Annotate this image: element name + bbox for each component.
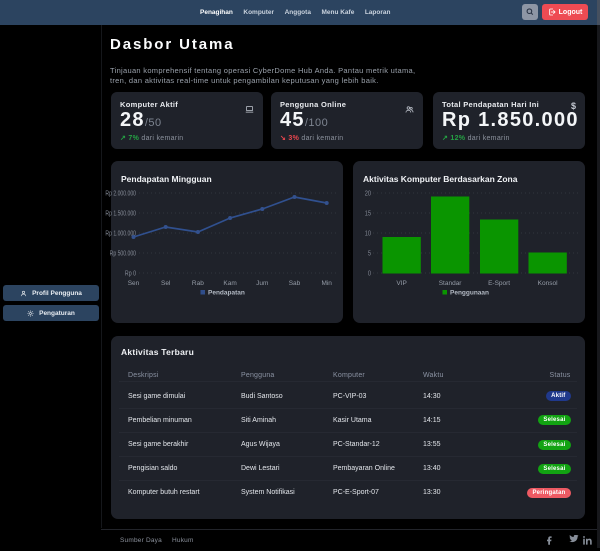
svg-text:Rp 1.500.000: Rp 1.500.000	[105, 210, 136, 218]
svg-text:0: 0	[368, 270, 372, 278]
svg-text:5: 5	[368, 250, 372, 258]
svg-text:Standar: Standar	[439, 280, 463, 287]
svg-text:Rp 500.000: Rp 500.000	[110, 250, 137, 258]
svg-text:10: 10	[365, 230, 372, 238]
svg-text:E-Sport: E-Sport	[488, 280, 510, 287]
svg-text:Rab: Rab	[192, 280, 204, 287]
svg-text:Konsol: Konsol	[538, 280, 558, 287]
svg-text:Min: Min	[321, 280, 332, 287]
svg-text:Jum: Jum	[256, 280, 268, 287]
svg-text:Rp 2.000.000: Rp 2.000.000	[105, 190, 136, 198]
svg-text:Sen: Sen	[128, 280, 140, 287]
svg-text:Pendapatan: Pendapatan	[208, 290, 245, 297]
svg-text:Kam: Kam	[223, 280, 236, 287]
svg-text:Penggunaan: Penggunaan	[450, 290, 489, 297]
svg-text:Sel: Sel	[161, 280, 171, 287]
svg-text:VIP: VIP	[396, 280, 406, 287]
svg-text:15: 15	[365, 210, 372, 218]
svg-text:20: 20	[365, 190, 372, 198]
svg-text:Rp 0: Rp 0	[125, 270, 137, 278]
svg-text:Sab: Sab	[289, 280, 301, 287]
